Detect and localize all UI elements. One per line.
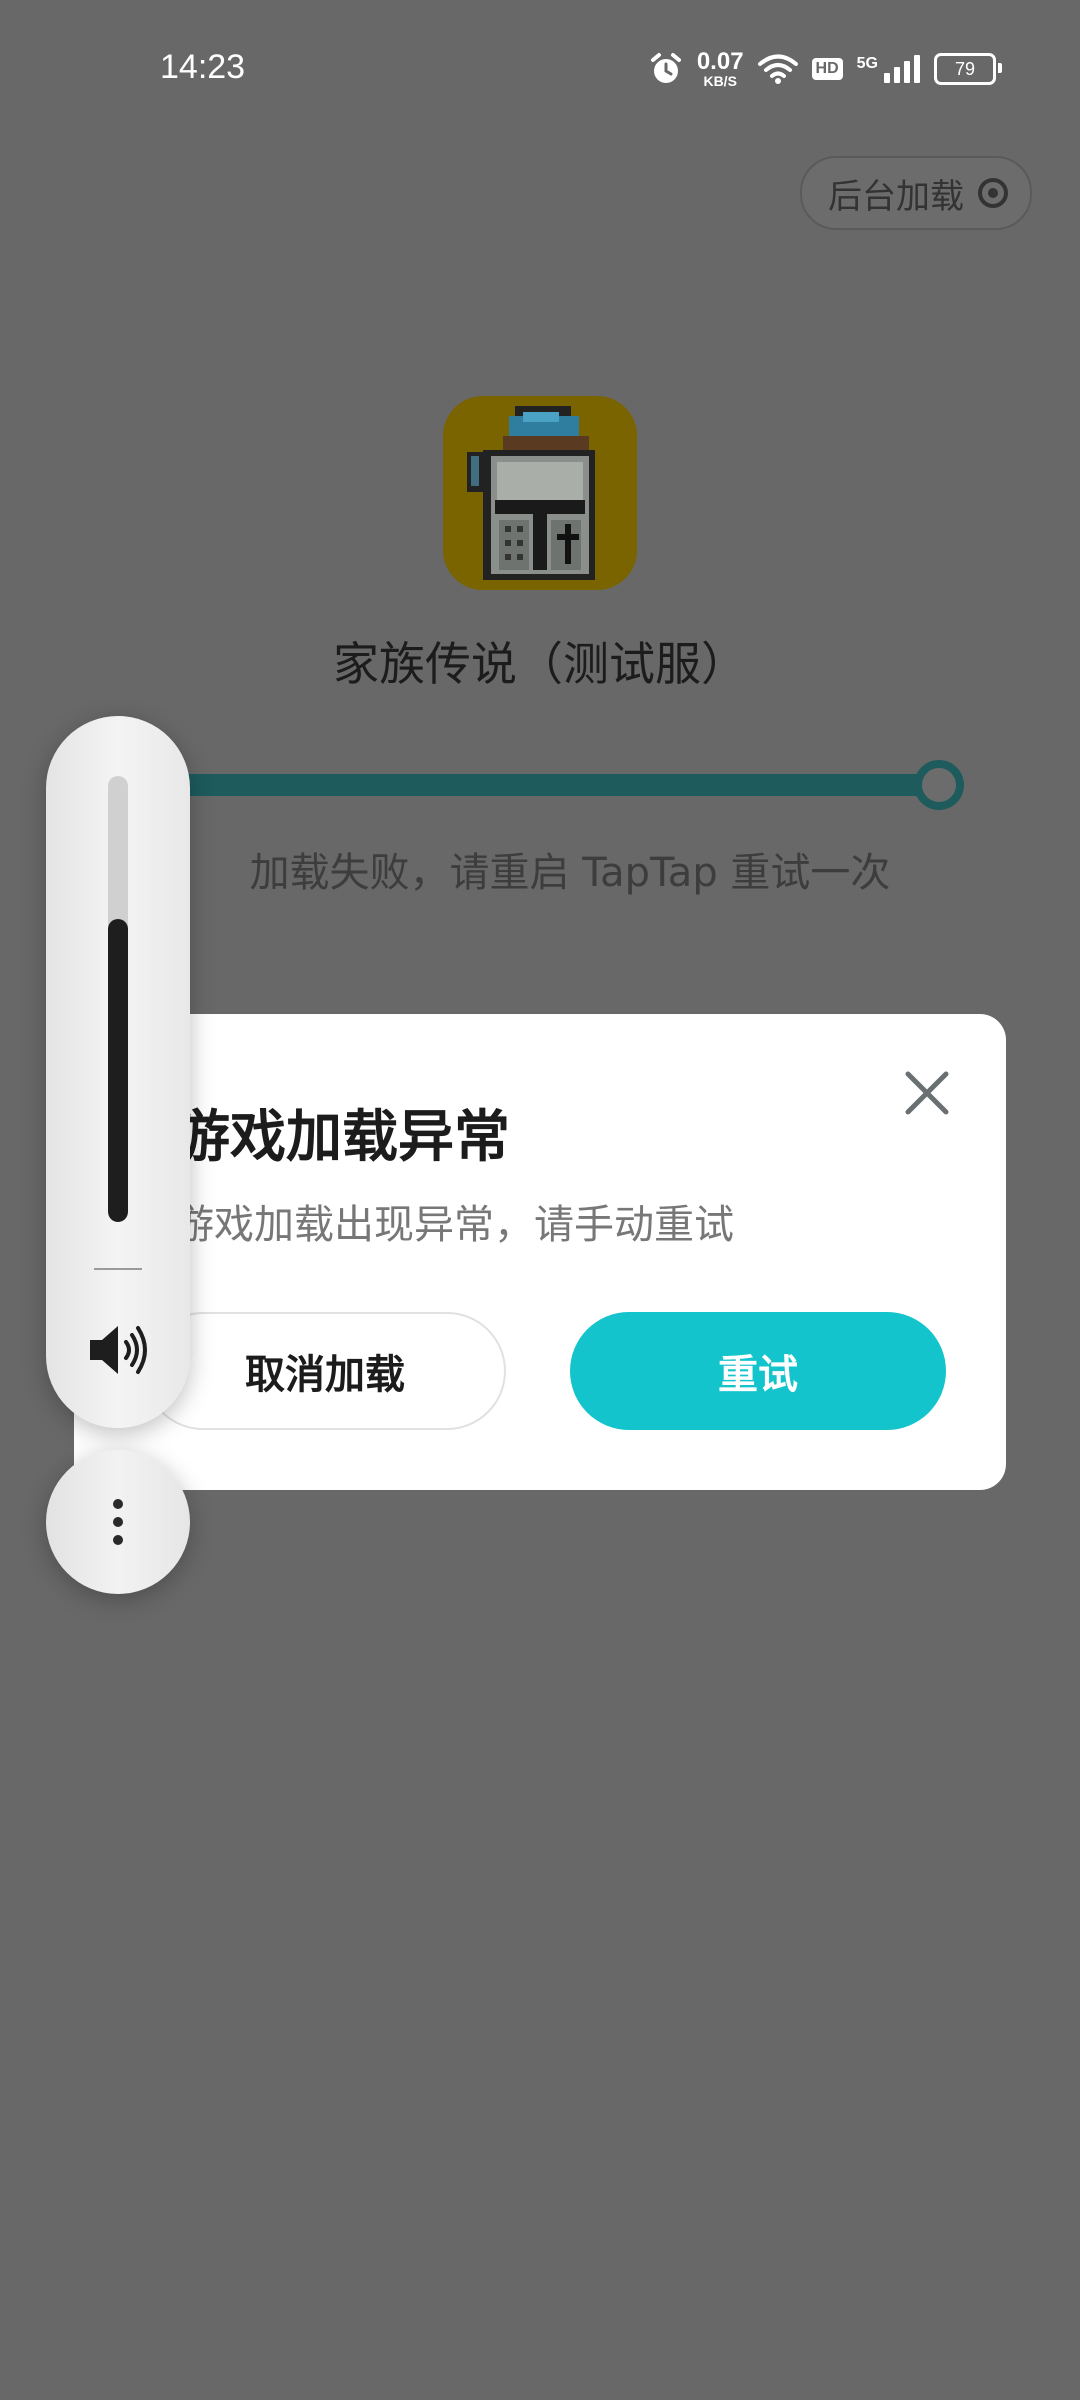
progress-bar [140, 774, 938, 796]
cancel-load-button[interactable]: 取消加载 [144, 1312, 506, 1430]
speaker-icon[interactable] [84, 1320, 154, 1380]
dialog-title: 游戏加载异常 [174, 1105, 510, 1170]
net-speed-value: 0.07 [696, 48, 744, 75]
background-load-button[interactable]: 后台加载 [800, 156, 1032, 230]
knight-helmet-icon [443, 396, 637, 590]
alarm-icon [650, 53, 681, 83]
volume-panel [46, 716, 190, 1428]
retry-button[interactable]: 重试 [570, 1312, 946, 1430]
net-speed-unit: KB/S [703, 73, 737, 89]
hd-icon: HD [811, 58, 843, 80]
signal-icon: 5G [857, 55, 920, 83]
dialog-message: 游戏加载出现异常，请手动重试 [174, 1202, 734, 1248]
network-type: 5G [856, 55, 878, 72]
error-dialog: 游戏加载异常 游戏加载出现异常，请手动重试 取消加载 重试 [74, 1014, 1006, 1490]
volume-slider[interactable] [108, 776, 128, 1222]
game-icon [443, 396, 637, 590]
game-title: 家族传说（测试服） [333, 637, 747, 691]
background-load-label: 后台加载 [828, 176, 964, 217]
net-speed: 0.07 KB/S [696, 48, 744, 89]
close-icon[interactable] [900, 1066, 954, 1120]
wifi-icon [757, 54, 798, 84]
volume-slider-fill [108, 918, 128, 1222]
target-icon [978, 178, 1008, 208]
progress-knob [914, 760, 964, 810]
more-vertical-icon[interactable] [46, 1450, 190, 1594]
status-time: 14:23 [160, 48, 246, 86]
battery-icon: 79 [934, 53, 1002, 85]
status-icons: 0.07 KB/S HD 5G 79 [649, 48, 1002, 89]
volume-divider [94, 1268, 142, 1270]
progress-message-text: 加载失败，请重启 TapTap 重试一次 [249, 850, 891, 896]
battery-level: 79 [954, 58, 976, 79]
